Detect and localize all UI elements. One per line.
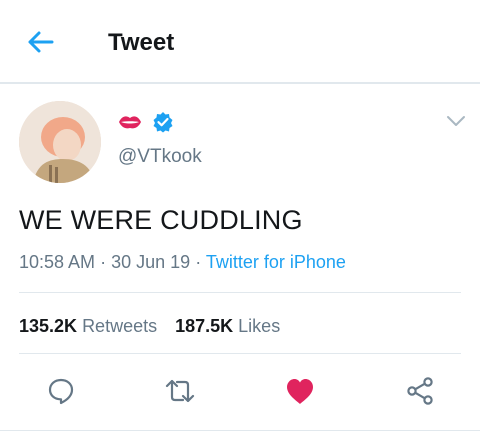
tweet-time[interactable]: 10:58 AM <box>19 252 95 272</box>
tweet-date[interactable]: 30 Jun 19 <box>111 252 190 272</box>
back-button[interactable] <box>22 26 58 58</box>
avatar[interactable] <box>19 101 101 183</box>
author-handle[interactable]: @VTkook <box>118 146 202 168</box>
more-options-button[interactable] <box>446 114 466 128</box>
tweet-source-link[interactable]: Twitter for iPhone <box>206 252 346 272</box>
retweets-label: Retweets <box>82 316 158 336</box>
tweet-stats: 135.2K Retweets 187.5K Likes <box>19 316 280 337</box>
divider <box>19 353 461 354</box>
like-icon <box>287 379 313 404</box>
divider <box>0 430 480 431</box>
divider <box>19 292 461 293</box>
share-icon <box>407 377 433 405</box>
tweet-text: WE WERE CUDDLING <box>19 205 303 235</box>
lips-icon <box>119 116 141 129</box>
separator: · <box>195 252 202 272</box>
page-title: Tweet <box>108 29 175 56</box>
likes-count: 187.5K <box>175 316 234 336</box>
verified-badge-icon <box>153 112 173 133</box>
author-name[interactable] <box>118 110 174 134</box>
back-arrow-icon <box>28 31 54 53</box>
chevron-down-icon <box>447 116 465 126</box>
retweets-stat[interactable]: 135.2K Retweets <box>19 316 157 336</box>
retweet-icon <box>165 379 195 403</box>
share-button[interactable] <box>403 374 437 408</box>
reply-button[interactable] <box>44 374 78 408</box>
top-bar: Tweet <box>0 0 480 84</box>
retweets-count: 135.2K <box>19 316 78 336</box>
likes-label: Likes <box>238 316 281 336</box>
reply-icon <box>48 378 74 405</box>
likes-stat[interactable]: 187.5K Likes <box>175 316 280 336</box>
avatar-image <box>19 101 101 183</box>
tweet-metadata: 10:58 AM · 30 Jun 19 · Twitter for iPhon… <box>19 252 346 273</box>
retweet-button[interactable] <box>163 374 197 408</box>
like-button[interactable] <box>283 374 317 408</box>
separator: · <box>100 252 107 272</box>
